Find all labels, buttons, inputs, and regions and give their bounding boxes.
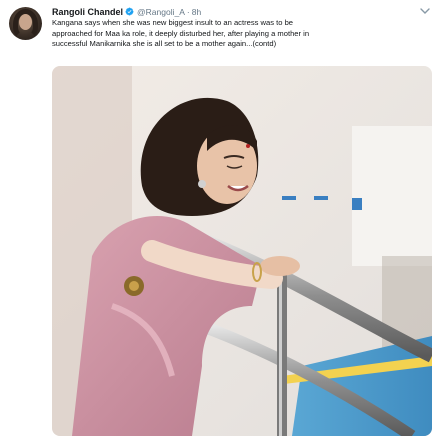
- tweet-text-line: approached for Maa ka role, it deeply di…: [52, 28, 310, 38]
- photo-illustration: [52, 66, 432, 436]
- tweet-text-line: Kangana says when she was new biggest in…: [52, 18, 294, 27]
- tweet-text-line: successful Manikarnika she is all set to…: [52, 39, 277, 48]
- author-name[interactable]: Rangoli Chandel: [52, 7, 123, 17]
- tweet-card: Rangoli Chandel @Rangoli_A · 8h Kangana …: [0, 0, 439, 436]
- separator-dot: ·: [186, 6, 190, 17]
- timestamp[interactable]: 8h: [192, 7, 201, 17]
- avatar-face: [19, 14, 32, 30]
- tweet-media-photo[interactable]: [52, 66, 432, 436]
- avatar[interactable]: [9, 7, 42, 40]
- tweet-text: Kangana says when she was new biggest in…: [52, 18, 432, 50]
- chevron-down-icon[interactable]: [420, 7, 430, 15]
- author-handle[interactable]: @Rangoli_A: [137, 7, 185, 17]
- tweet-header: Rangoli Chandel @Rangoli_A · 8h: [52, 5, 201, 18]
- verified-badge-icon: [125, 7, 134, 16]
